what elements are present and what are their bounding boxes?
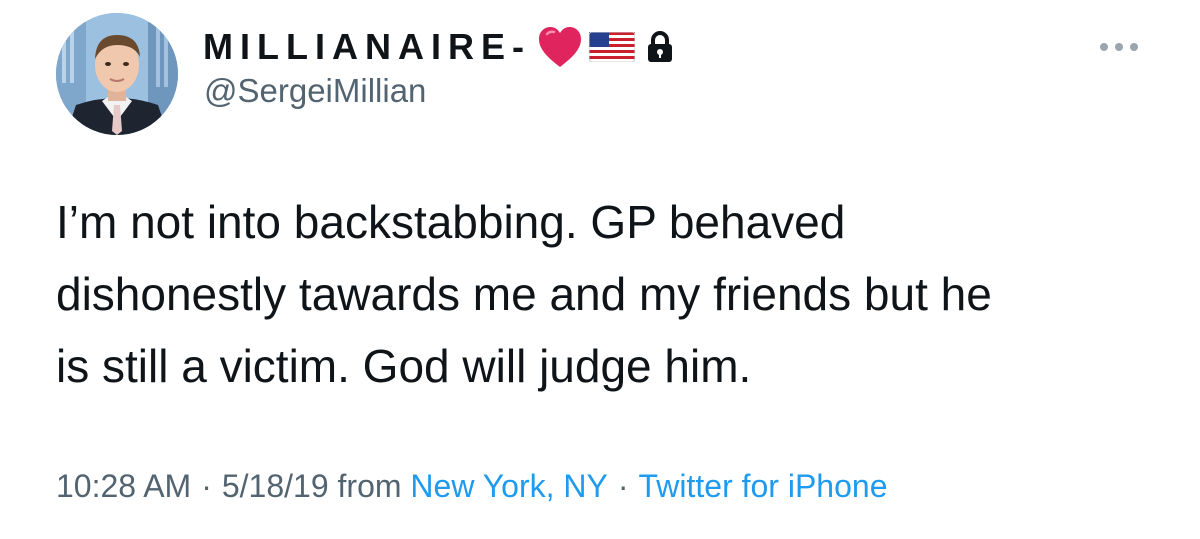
avatar[interactable]	[56, 13, 178, 135]
source-link[interactable]: Twitter for iPhone	[638, 468, 887, 504]
location-link[interactable]: New York, NY	[410, 468, 607, 504]
tweet-text-line: is still a victim. God will judge him.	[56, 340, 752, 392]
display-name-row[interactable]: MILLIANAIRE-	[203, 22, 675, 72]
us-flag-icon	[588, 32, 635, 62]
tweet-card: MILLIANAIRE- @SergeiMillian I’m not into…	[0, 0, 1200, 539]
user-handle[interactable]: @SergeiMillian	[204, 72, 426, 110]
meta-separator: ·	[201, 468, 212, 504]
lock-icon	[645, 30, 675, 64]
tweet-text: I’m not into backstabbing. GP behaved di…	[56, 186, 1166, 402]
meta-separator: ·	[617, 468, 629, 504]
tweet-time[interactable]: 10:28 AM	[56, 468, 191, 504]
tweet-meta: 10:28 AM · 5/18/19 from New York, NY · Twitt…	[56, 468, 887, 505]
tweet-date[interactable]: 5/18/19 from	[222, 468, 402, 504]
tweet-text-line: dishonestly tawards me and my friends bu…	[56, 268, 992, 320]
more-options-icon[interactable]	[1098, 40, 1140, 54]
tweet-text-line: I’m not into backstabbing. GP behaved	[56, 196, 846, 248]
display-name[interactable]: MILLIANAIRE-	[203, 26, 531, 68]
red-heart-icon	[537, 25, 583, 69]
